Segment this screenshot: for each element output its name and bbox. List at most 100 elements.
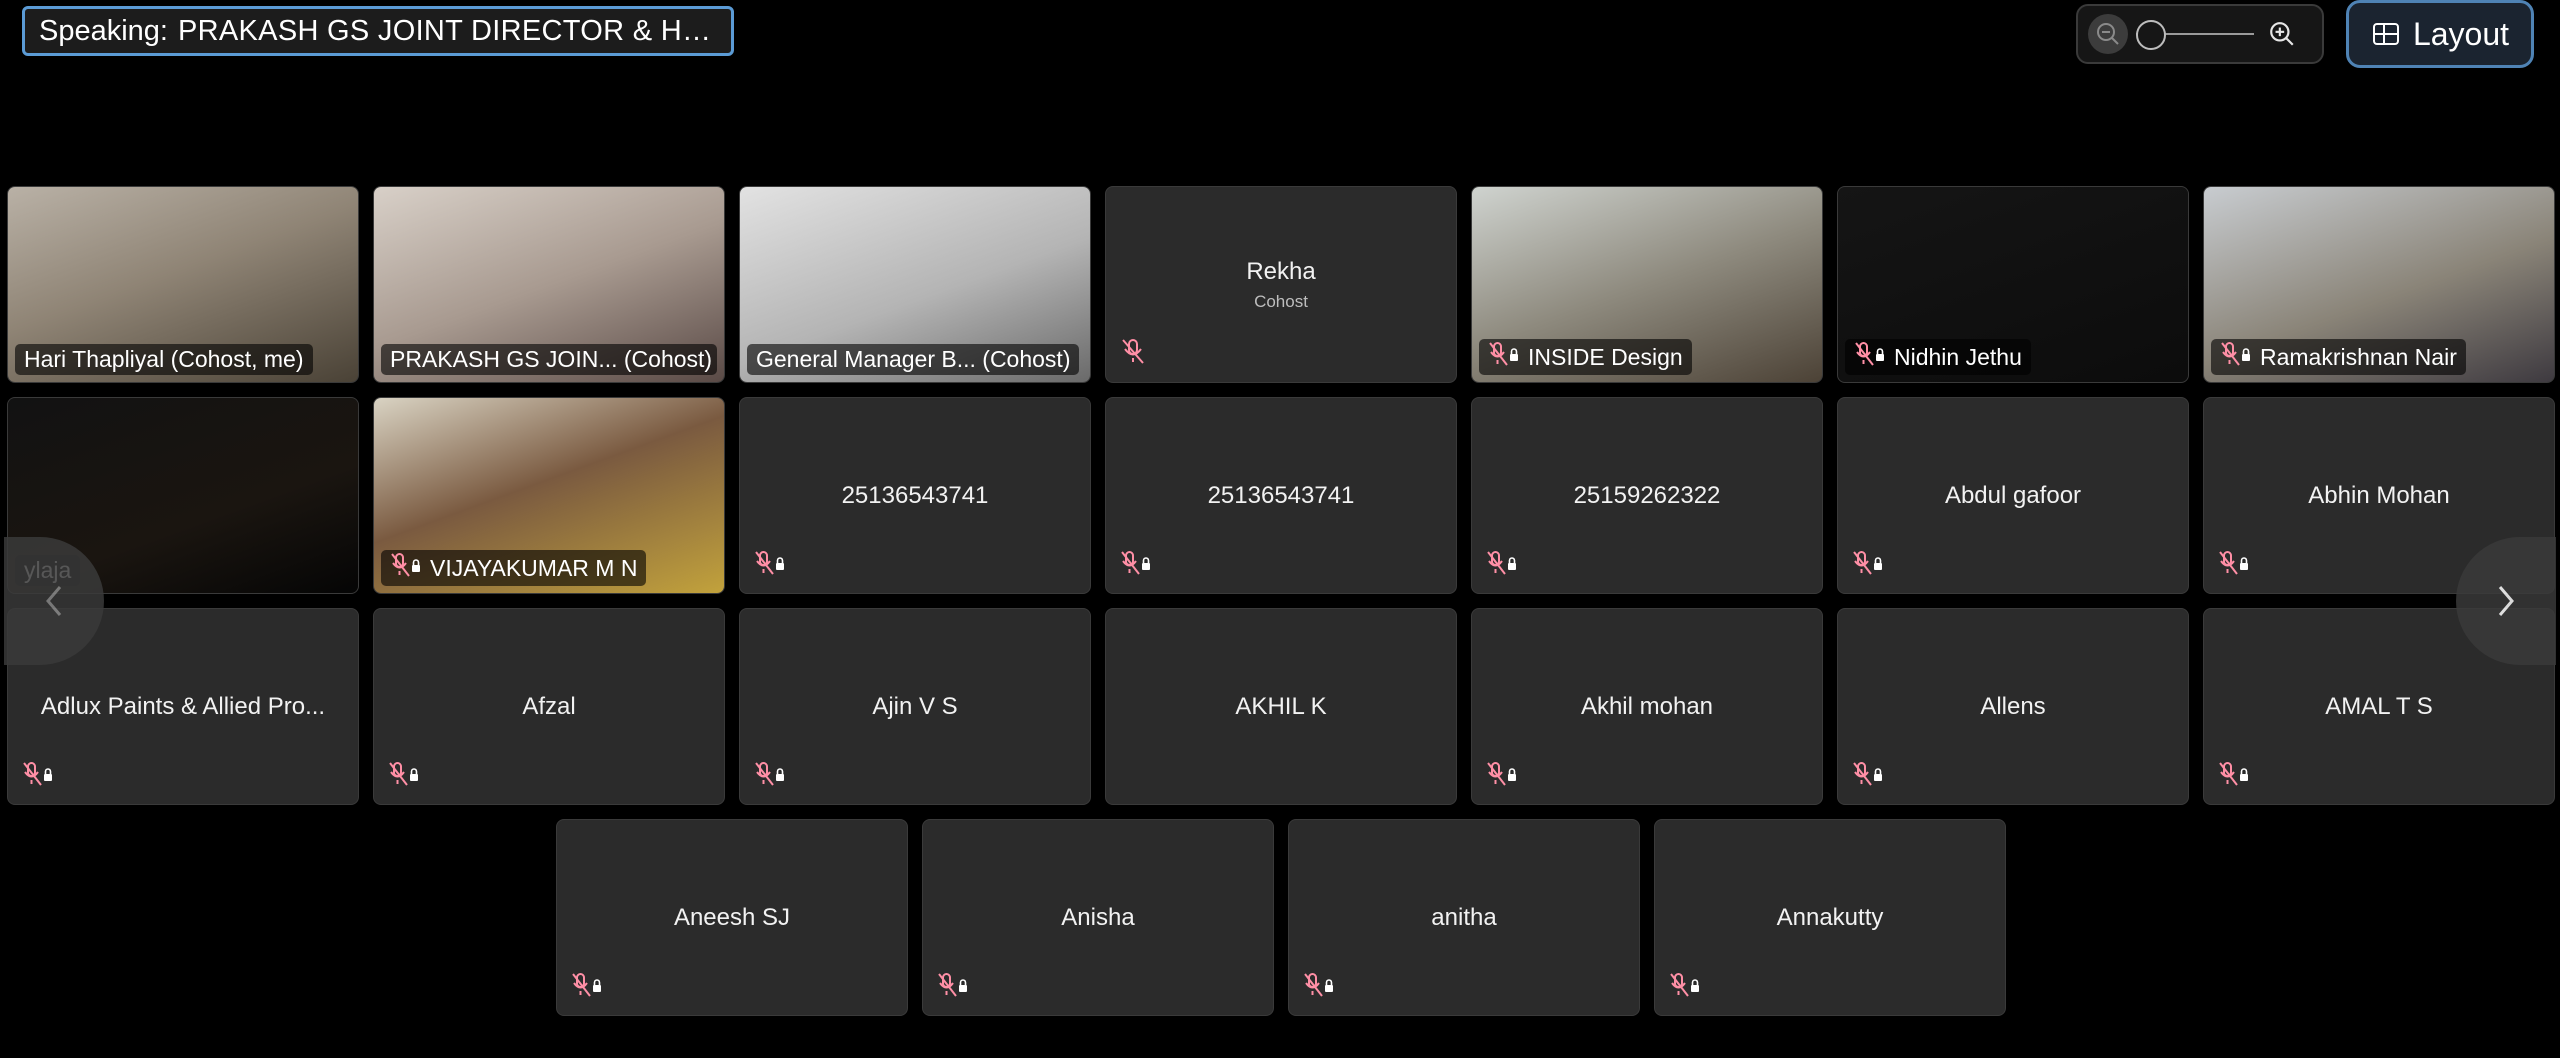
participant-name: Hari Thapliyal (Cohost, me)	[24, 346, 304, 372]
participant-tile[interactable]: Aneesh SJ	[556, 819, 908, 1016]
participant-name-center: Abhin Mohan	[2204, 482, 2554, 510]
participant-name-bar: Hari Thapliyal (Cohost, me)	[15, 344, 313, 375]
participant-tile[interactable]: Allens	[1837, 608, 2189, 805]
mic-muted-icon	[1852, 550, 1886, 581]
participant-name-bar: INSIDE Design	[1479, 339, 1692, 375]
mic-muted-icon	[1488, 341, 1522, 373]
participant-tile[interactable]: Hari Thapliyal (Cohost, me)	[7, 186, 359, 383]
participant-tile[interactable]: anitha	[1288, 819, 1640, 1016]
participant-name-center: 25159262322	[1472, 482, 1822, 510]
participant-name: Anisha	[1061, 903, 1135, 931]
participant-tile[interactable]: Anisha	[922, 819, 1274, 1016]
participant-role: Cohost	[1254, 291, 1308, 311]
participant-name: General Manager B... (Cohost)	[756, 346, 1071, 372]
participant-name-bar: General Manager B... (Cohost)	[747, 344, 1080, 375]
mic-muted-icon	[1486, 550, 1520, 581]
participant-name: anitha	[1431, 903, 1497, 931]
zoom-out-icon	[2097, 23, 2119, 45]
participant-tile[interactable]: Abdul gafoor	[1837, 397, 2189, 594]
layout-label: Layout	[2412, 15, 2510, 52]
participant-name: Nidhin Jethu	[1894, 343, 2022, 370]
participant-name: Adlux Paints & Allied Pro...	[40, 692, 326, 720]
participant-tile[interactable]: 25136543741	[1105, 397, 1457, 594]
participant-name: 25136543741	[841, 481, 989, 509]
participant-tile[interactable]: 25136543741	[739, 397, 1091, 594]
layout-grid-icon	[2372, 23, 2399, 45]
participant-name-center: Abdul gafoor	[1838, 482, 2188, 510]
mic-muted-icon	[388, 761, 422, 792]
mic-muted-icon	[1854, 341, 1888, 373]
participant-name-center: AKHIL K	[1106, 693, 1456, 721]
mic-muted-icon	[754, 761, 788, 792]
zoom-control	[2076, 4, 2324, 64]
participant-name-center: anitha	[1289, 904, 1639, 932]
speaking-indicator[interactable]: Speaking: PRAKASH GS JOINT DIRECTOR & HE…	[22, 6, 734, 56]
participant-tile[interactable]: Ramakrishnan Nair	[2203, 186, 2555, 383]
mic-muted-icon	[22, 761, 56, 792]
participant-name: INSIDE Design	[1528, 343, 1683, 370]
participant-name: 25159262322	[1573, 481, 1721, 509]
participant-name-center: 25136543741	[740, 482, 1090, 510]
mic-muted-icon	[1303, 972, 1337, 1003]
layout-button[interactable]: Layout	[2346, 0, 2534, 68]
participant-name-center: Annakutty	[1655, 904, 2005, 932]
zoom-out-button[interactable]	[2088, 14, 2128, 54]
mic-muted-icon	[1120, 550, 1154, 581]
zoom-in-icon	[2270, 22, 2294, 46]
mic-muted-icon	[1852, 761, 1886, 792]
mic-muted-icon	[2218, 761, 2252, 792]
participant-name-center: Rekha Cohost	[1106, 258, 1456, 312]
mic-muted-icon	[1486, 761, 1520, 792]
participant-name: Akhil mohan	[1580, 692, 1714, 720]
zoom-slider[interactable]	[2136, 14, 2254, 54]
participant-name: Afzal	[522, 692, 576, 720]
participant-name-center: Aneesh SJ	[557, 904, 907, 932]
zoom-in-button[interactable]	[2262, 14, 2302, 54]
participant-name: Ajin V S	[872, 692, 958, 720]
participant-tile[interactable]: Afzal	[373, 608, 725, 805]
mic-muted-icon	[2220, 341, 2254, 373]
participant-name: VIJAYAKUMAR M N	[430, 554, 638, 581]
participant-name-bar: Nidhin Jethu	[1845, 339, 2031, 375]
participant-tile[interactable]: INSIDE Design	[1471, 186, 1823, 383]
participant-name: Rekha	[1246, 257, 1316, 285]
mic-muted-icon	[1120, 337, 1146, 370]
participant-name-center: Afzal	[374, 693, 724, 721]
mic-muted-icon	[571, 972, 605, 1003]
participant-name: Abdul gafoor	[1944, 481, 2082, 509]
participant-name-center: Allens	[1838, 693, 2188, 721]
participant-name-center: AMAL T S	[2204, 693, 2554, 721]
participant-name: AKHIL K	[1235, 692, 1327, 720]
participant-name-bar: VIJAYAKUMAR M N	[381, 550, 647, 586]
participant-tile[interactable]: VIJAYAKUMAR M N	[373, 397, 725, 594]
chevron-right-icon	[2498, 586, 2514, 616]
active-speaker-name: PRAKASH GS JOINT DIRECTOR & HEAD O...	[178, 14, 717, 47]
participant-name-bar: PRAKASH GS JOIN... (Cohost)	[381, 344, 717, 375]
participant-tile[interactable]: 25159262322	[1471, 397, 1823, 594]
participant-name-center: 25136543741	[1106, 482, 1456, 510]
mic-muted-icon	[2218, 550, 2252, 581]
participant-name: AMAL T S	[2325, 692, 2433, 720]
participant-tile[interactable]: Akhil mohan	[1471, 608, 1823, 805]
participant-name-center: Akhil mohan	[1472, 693, 1822, 721]
participant-tile[interactable]: Ajin V S	[739, 608, 1091, 805]
participant-name: Abhin Mohan	[2308, 481, 2450, 509]
participant-name: Aneesh SJ	[673, 903, 791, 931]
participant-tile[interactable]: AKHIL K	[1105, 608, 1457, 805]
participant-name-center: Anisha	[923, 904, 1273, 932]
mic-muted-icon	[1669, 972, 1703, 1003]
participant-tile[interactable]: Nidhin Jethu	[1837, 186, 2189, 383]
participant-tile[interactable]: Annakutty	[1654, 819, 2006, 1016]
participant-name: Allens	[1980, 692, 2046, 720]
mic-muted-icon	[754, 550, 788, 581]
participant-tile[interactable]: PRAKASH GS JOIN... (Cohost)	[373, 186, 725, 383]
participant-tile[interactable]: General Manager B... (Cohost)	[739, 186, 1091, 383]
participant-name-bar: Ramakrishnan Nair	[2211, 339, 2466, 375]
speaking-label: Speaking:	[39, 14, 168, 47]
participant-name: PRAKASH GS JOIN... (Cohost)	[390, 346, 713, 372]
zoom-slider-thumb[interactable]	[2136, 20, 2166, 50]
participant-name-center: Ajin V S	[740, 693, 1090, 721]
participant-tile[interactable]: Rekha Cohost	[1105, 186, 1457, 383]
participant-name: Ramakrishnan Nair	[2260, 343, 2457, 370]
chevron-left-icon	[46, 586, 62, 616]
